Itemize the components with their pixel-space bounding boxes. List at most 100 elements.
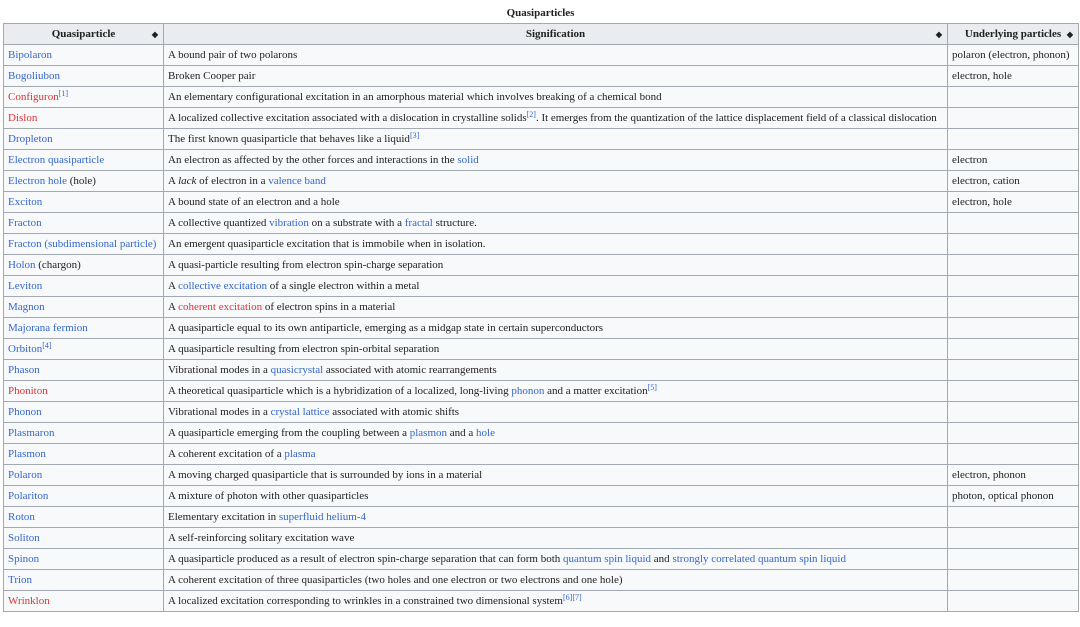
wiki-link[interactable]: valence band: [268, 175, 326, 187]
cell-signification: A theoretical quasiparticle which is a h…: [163, 380, 948, 402]
wiki-link[interactable]: Majorana fermion: [8, 322, 88, 334]
citation-link[interactable]: [2]: [527, 110, 536, 119]
wiki-link[interactable]: crystal lattice: [271, 406, 330, 418]
cell-quasiparticle: Bipolaron: [3, 44, 164, 66]
wiki-link[interactable]: Soliton: [8, 532, 40, 544]
cell-quasiparticle: Holon (chargon): [3, 254, 164, 276]
wiki-link[interactable]: Leviton: [8, 280, 42, 292]
cell-underlying-particles: electron, hole: [947, 65, 1079, 87]
table-row: Exciton A bound state of an electron and …: [3, 191, 1079, 213]
wiki-link[interactable]: Polariton: [8, 490, 48, 502]
table-row: Electron quasiparticle An electron as aff…: [3, 149, 1079, 171]
table-row: Fracton (subdimensional particle) An emer…: [3, 233, 1079, 255]
cell-quasiparticle: Plasmaron: [3, 422, 164, 444]
missing-article-link[interactable]: coherent excitation: [178, 301, 262, 313]
citation-link[interactable]: [5]: [648, 383, 657, 392]
cell-text: and: [651, 552, 673, 565]
cell-quasiparticle: Trion: [3, 569, 164, 591]
wiki-link[interactable]: hole: [476, 427, 495, 439]
missing-article-link[interactable]: Wrinklon: [8, 595, 50, 607]
wiki-link[interactable]: Fracton: [8, 217, 42, 229]
missing-article-link[interactable]: Configuron: [8, 91, 59, 103]
wiki-link[interactable]: Polaron: [8, 469, 42, 481]
cell-signification: A quasiparticle emerging from the coupli…: [163, 422, 948, 444]
header-underlying-particles[interactable]: Underlying particles ◆: [947, 23, 1079, 45]
header-signification[interactable]: Signification ◆: [163, 23, 948, 45]
sort-arrows-icon[interactable]: ◆: [936, 28, 942, 41]
wiki-link[interactable]: Magnon: [8, 301, 45, 313]
cell-quasiparticle: Roton: [3, 506, 164, 528]
cell-text: A quasiparticle emerging from the coupli…: [168, 426, 410, 439]
cell-quasiparticle: Soliton: [3, 527, 164, 549]
sort-arrows-icon[interactable]: ◆: [152, 28, 158, 41]
wiki-link[interactable]: Plasmon: [8, 448, 46, 460]
cell-text: of electron in a: [196, 174, 269, 187]
wiki-link[interactable]: Holon: [8, 259, 36, 271]
cell-underlying-particles: [947, 107, 1079, 129]
table-row: Polariton A mixture of photon with other …: [3, 485, 1079, 507]
cell-signification: An electron as affected by the other for…: [163, 149, 948, 171]
table-row: Bipolaron A bound pair of two polarons pol…: [3, 44, 1079, 66]
wiki-link[interactable]: Orbiton: [8, 343, 42, 355]
missing-article-link[interactable]: Phoniton: [8, 385, 48, 397]
wiki-link[interactable]: quantum spin liquid: [563, 553, 651, 565]
wiki-link[interactable]: Exciton: [8, 196, 42, 208]
cell-underlying-particles: [947, 401, 1079, 423]
cell-quasiparticle: Exciton: [3, 191, 164, 213]
wiki-link[interactable]: Trion: [8, 574, 32, 586]
cell-signification: A moving charged quasiparticle that is s…: [163, 464, 948, 486]
sort-arrows-icon[interactable]: ◆: [1067, 28, 1073, 41]
citation-link[interactable]: [3]: [410, 131, 419, 140]
wiki-link[interactable]: collective excitation: [178, 280, 267, 292]
cell-underlying-particles: [947, 338, 1079, 360]
citation-link[interactable]: [6]: [563, 593, 572, 602]
citation-link[interactable]: [7]: [572, 593, 581, 602]
wiki-link[interactable]: plasmon: [410, 427, 447, 439]
cell-underlying-particles: [947, 359, 1079, 381]
wiki-link[interactable]: phonon: [511, 385, 544, 397]
wiki-link[interactable]: Roton: [8, 511, 35, 523]
wiki-link[interactable]: Electron hole: [8, 175, 67, 187]
wiki-link[interactable]: vibration: [269, 217, 309, 229]
cell-quasiparticle: Phason: [3, 359, 164, 381]
cell-text: Vibrational modes in a: [168, 405, 271, 418]
wiki-link[interactable]: quasicrystal: [271, 364, 324, 376]
wiki-link[interactable]: Bipolaron: [8, 49, 52, 61]
wiki-link[interactable]: fractal: [405, 217, 433, 229]
cell-underlying-particles: [947, 443, 1079, 465]
wiki-link[interactable]: Plasmaron: [8, 427, 54, 439]
cell-signification: A coherent excitation of electron spins …: [163, 296, 948, 318]
cell-text: and a: [447, 426, 477, 439]
missing-article-link[interactable]: Dislon: [8, 112, 37, 124]
cell-signification: A lack of electron in a valence band: [163, 170, 948, 192]
citation-link[interactable]: [4]: [42, 341, 51, 350]
table-row: Magnon A coherent excitation of electron …: [3, 296, 1079, 318]
wiki-link[interactable]: Fracton (subdimensional particle): [8, 238, 156, 250]
wiki-link[interactable]: Phonon: [8, 406, 42, 418]
table-row: Phonon Vibrational modes in a crystal lat…: [3, 401, 1079, 423]
wiki-link[interactable]: Bogoliubon: [8, 70, 60, 82]
cell-signification: A collective quantized vibration on a su…: [163, 212, 948, 234]
cell-underlying-particles: [947, 548, 1079, 570]
header-quasiparticle[interactable]: Quasiparticle ◆: [3, 23, 164, 45]
cell-underlying-particles: [947, 128, 1079, 150]
cell-signification: A collective excitation of a single elec…: [163, 275, 948, 297]
cell-signification: An emergent quasiparticle excitation tha…: [163, 233, 948, 255]
cell-text: A self-reinforcing solitary excitation w…: [168, 531, 355, 544]
wiki-link[interactable]: superfluid helium-4: [279, 511, 366, 523]
wiki-link[interactable]: plasma: [284, 448, 315, 460]
citation-link[interactable]: [1]: [59, 89, 68, 98]
cell-underlying-particles: [947, 296, 1079, 318]
table-row: Leviton A collective excitation of a sing…: [3, 275, 1079, 297]
wiki-link[interactable]: Electron quasiparticle: [8, 154, 104, 166]
wiki-link[interactable]: solid: [457, 154, 478, 166]
wiki-link[interactable]: strongly correlated quantum spin liquid: [672, 553, 846, 565]
cell-quasiparticle: Electron quasiparticle: [3, 149, 164, 171]
cell-text: (hole): [66, 174, 96, 187]
cell-signification: A mixture of photon with other quasipart…: [163, 485, 948, 507]
table-row: Fracton A collective quantized vibration …: [3, 212, 1079, 234]
wiki-link[interactable]: Dropleton: [8, 133, 53, 145]
wiki-link[interactable]: Phason: [8, 364, 40, 376]
wiki-link[interactable]: Spinon: [8, 553, 39, 565]
table-row: Phoniton A theoretical quasiparticle whic…: [3, 380, 1079, 402]
